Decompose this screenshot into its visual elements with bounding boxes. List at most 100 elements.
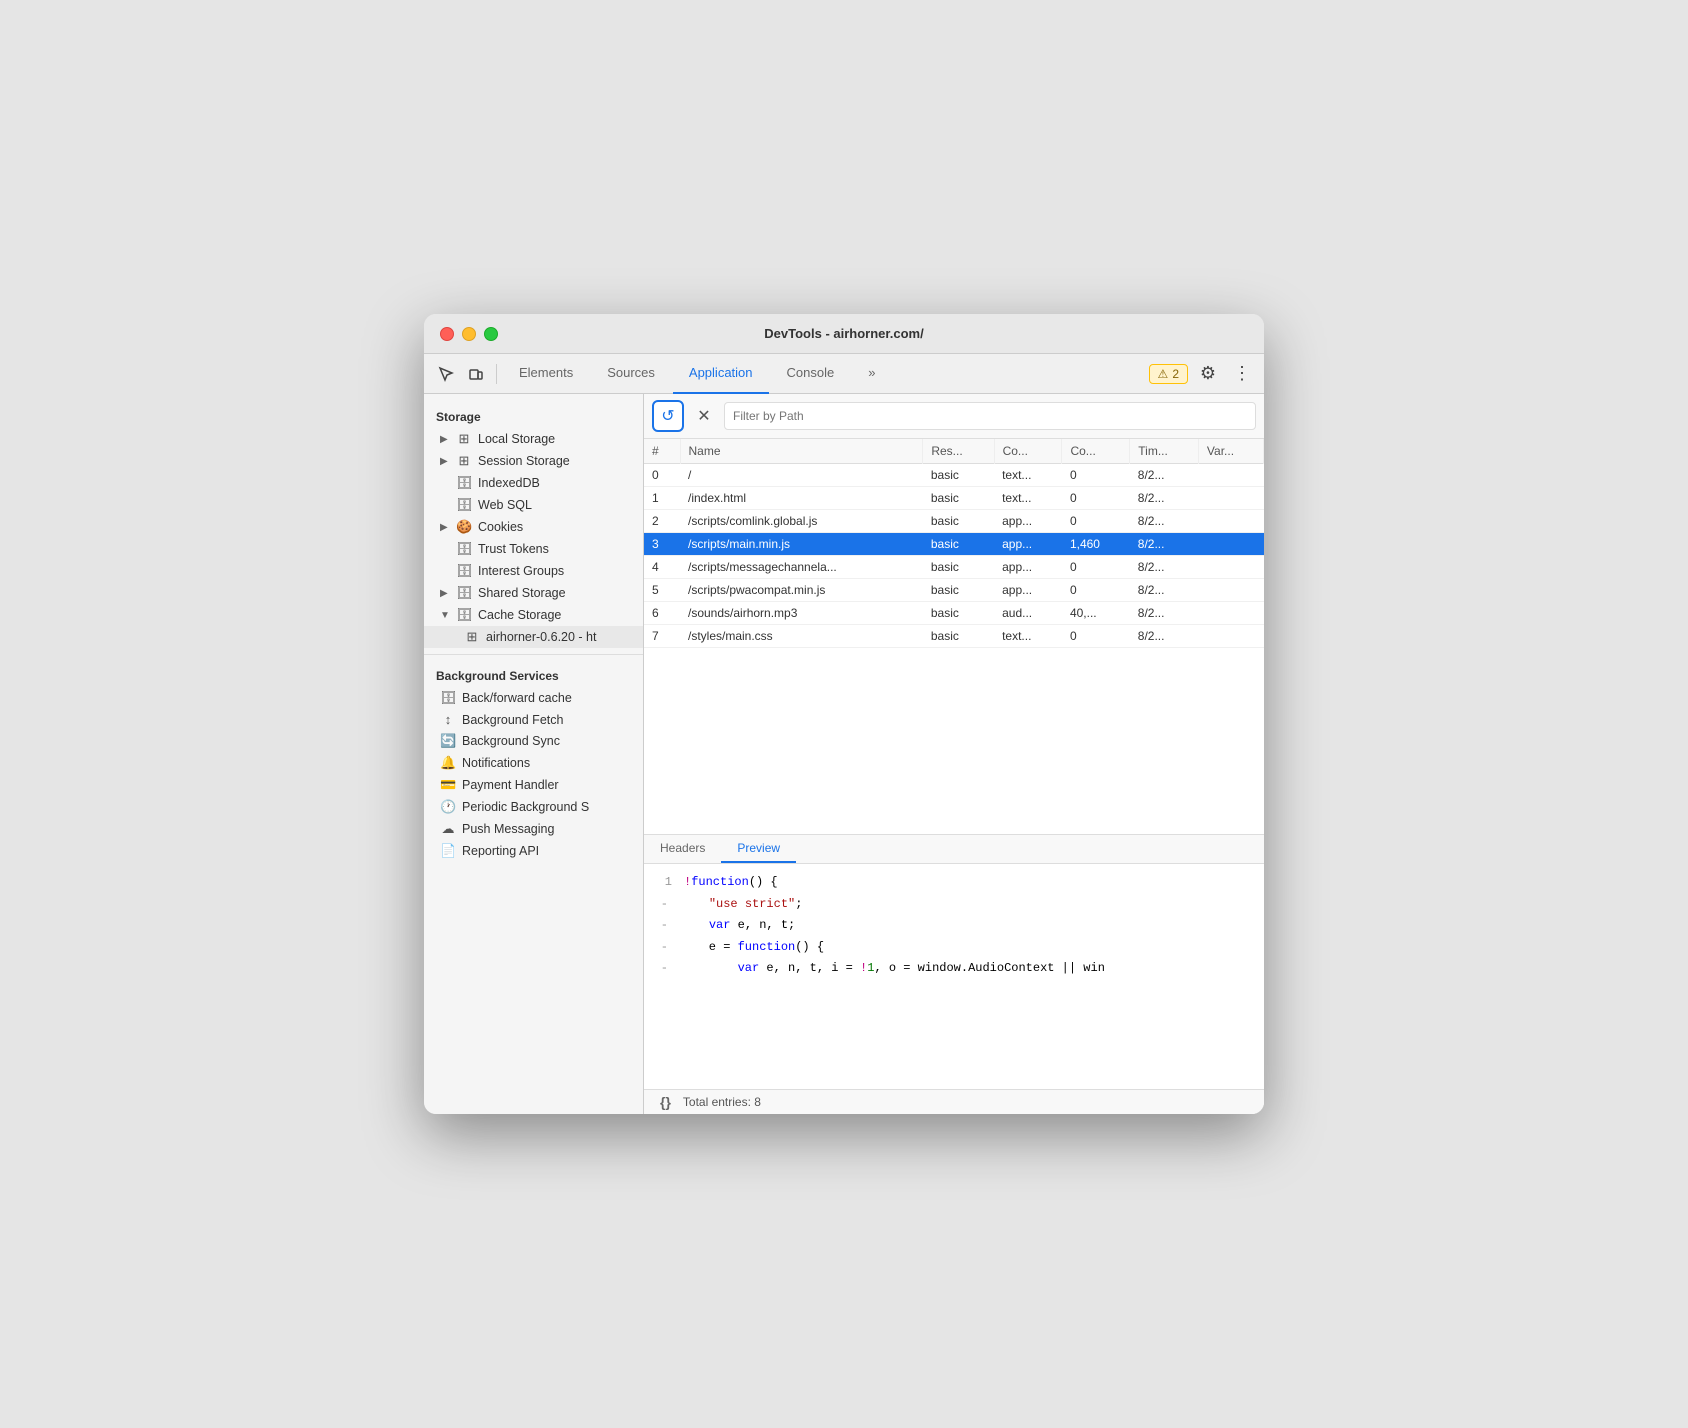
table-row[interactable]: 6 /sounds/airhorn.mp3 basic aud... 40,..… (644, 602, 1264, 625)
col-header-co1: Co... (994, 439, 1062, 464)
tab-elements[interactable]: Elements (503, 354, 589, 394)
sidebar-item-label: Web SQL (478, 498, 532, 512)
sidebar-item-label: Local Storage (478, 432, 555, 446)
cell-res: basic (923, 579, 994, 602)
sidebar-item-shared-storage[interactable]: ▶ 🗄 Shared Storage (424, 582, 643, 604)
minimize-button[interactable] (462, 327, 476, 341)
cell-name: /scripts/pwacompat.min.js (680, 579, 923, 602)
sidebar-item-trust-tokens[interactable]: 🗄 Trust Tokens (424, 538, 643, 560)
sidebar-item-local-storage[interactable]: ▶ ⊞ Local Storage (424, 428, 643, 450)
cell-co2: 0 (1062, 579, 1130, 602)
sidebar-item-periodic-bg[interactable]: 🕐 Periodic Background S (424, 796, 643, 818)
sidebar-item-label: Background Sync (462, 734, 560, 748)
table-row[interactable]: 2 /scripts/comlink.global.js basic app..… (644, 510, 1264, 533)
filter-input[interactable] (724, 402, 1256, 430)
cell-co1: text... (994, 625, 1062, 648)
cell-co1: app... (994, 510, 1062, 533)
sidebar-item-label: Cache Storage (478, 608, 561, 622)
tab-console[interactable]: Console (771, 354, 851, 394)
table-row[interactable]: 5 /scripts/pwacompat.min.js basic app...… (644, 579, 1264, 602)
cell-name: /scripts/main.min.js (680, 533, 923, 556)
pretty-print-button[interactable]: {} (660, 1094, 671, 1110)
warning-badge[interactable]: ⚠ 2 (1149, 364, 1188, 384)
cell-co1: text... (994, 464, 1062, 487)
sidebar-item-label: Trust Tokens (478, 542, 549, 556)
sidebar-item-background-sync[interactable]: 🔄 Background Sync (424, 730, 643, 752)
bg-services-label: Background Services (424, 661, 643, 687)
sidebar-item-label: Reporting API (462, 844, 539, 858)
cell-name: /scripts/messagechannela... (680, 556, 923, 579)
tab-application[interactable]: Application (673, 354, 769, 394)
clear-button[interactable]: ✕ (690, 402, 718, 430)
expand-arrow-icon: ▶ (440, 434, 450, 445)
cache-toolbar: ↺ ✕ (644, 394, 1264, 439)
preview-code: 1 !function() { - "use strict"; - var e,… (644, 864, 1264, 1089)
sidebar-item-session-storage[interactable]: ▶ ⊞ Session Storage (424, 450, 643, 472)
cell-co2: 0 (1062, 510, 1130, 533)
table-row[interactable]: 1 /index.html basic text... 0 8/2... (644, 487, 1264, 510)
line-number: - (660, 894, 668, 916)
sidebar-item-cache-storage[interactable]: ▼ 🗄 Cache Storage (424, 604, 643, 626)
more-options-button[interactable]: ⋮ (1228, 360, 1256, 388)
line-number: - (660, 937, 668, 959)
cell-tim: 8/2... (1130, 487, 1199, 510)
cell-var (1198, 556, 1263, 579)
cache-table: # Name Res... Co... Co... Tim... Var... … (644, 439, 1264, 834)
sidebar-item-interest-groups[interactable]: 🗄 Interest Groups (424, 560, 643, 582)
cell-res: basic (923, 487, 994, 510)
col-header-tim: Tim... (1130, 439, 1199, 464)
cell-co1: text... (994, 487, 1062, 510)
table-row[interactable]: 7 /styles/main.css basic text... 0 8/2..… (644, 625, 1264, 648)
db-icon: 🗄 (456, 497, 472, 513)
warning-count: 2 (1172, 367, 1179, 381)
sidebar-item-push-messaging[interactable]: ☁ Push Messaging (424, 818, 643, 840)
expand-arrow-icon: ▶ (440, 588, 450, 599)
sidebar-item-background-fetch[interactable]: ↕ Background Fetch (424, 709, 643, 730)
db-icon: 🗄 (440, 690, 456, 706)
tab-preview[interactable]: Preview (721, 835, 796, 863)
col-header-name: Name (680, 439, 923, 464)
sidebar-item-reporting-api[interactable]: 📄 Reporting API (424, 840, 643, 862)
refresh-button[interactable]: ↺ (652, 400, 684, 432)
cell-co1: app... (994, 556, 1062, 579)
sidebar-item-notifications[interactable]: 🔔 Notifications (424, 752, 643, 774)
db-icon: 🗄 (456, 607, 472, 623)
select-element-button[interactable] (432, 360, 460, 388)
sidebar-item-indexeddb[interactable]: 🗄 IndexedDB (424, 472, 643, 494)
sidebar-item-cookies[interactable]: ▶ 🍪 Cookies (424, 516, 643, 538)
settings-button[interactable]: ⚙ (1194, 360, 1222, 388)
code-content: var e, n, t; (680, 915, 795, 937)
expand-arrow-icon: ▶ (440, 456, 450, 467)
code-line-5: - var e, n, t, i = !1, o = window.AudioC… (660, 958, 1248, 980)
sidebar-item-payment-handler[interactable]: 💳 Payment Handler (424, 774, 643, 796)
cell-co2: 0 (1062, 625, 1130, 648)
cell-num: 3 (644, 533, 680, 556)
table-row[interactable]: 0 / basic text... 0 8/2... (644, 464, 1264, 487)
code-content: !function() { (684, 872, 778, 894)
tab-more[interactable]: » (852, 354, 891, 394)
close-button[interactable] (440, 327, 454, 341)
cell-res: basic (923, 556, 994, 579)
sidebar-item-cache-entry[interactable]: ⊞ airhorner-0.6.20 - ht (424, 626, 643, 648)
code-content: var e, n, t, i = !1, o = window.AudioCon… (680, 958, 1105, 980)
cell-name: / (680, 464, 923, 487)
cell-var (1198, 533, 1263, 556)
payment-icon: 💳 (440, 777, 456, 793)
tab-headers[interactable]: Headers (644, 835, 721, 863)
sidebar: Storage ▶ ⊞ Local Storage ▶ ⊞ Session St… (424, 394, 644, 1114)
total-entries-label: Total entries: 8 (683, 1095, 761, 1109)
sidebar-item-label: Payment Handler (462, 778, 559, 792)
device-toggle-button[interactable] (462, 360, 490, 388)
tab-sources[interactable]: Sources (591, 354, 671, 394)
titlebar: DevTools - airhorner.com/ (424, 314, 1264, 354)
preview-tabs: Headers Preview (644, 835, 1264, 864)
maximize-button[interactable] (484, 327, 498, 341)
sidebar-item-web-sql[interactable]: 🗄 Web SQL (424, 494, 643, 516)
sidebar-item-label: Notifications (462, 756, 530, 770)
table-row[interactable]: 4 /scripts/messagechannela... basic app.… (644, 556, 1264, 579)
code-content: "use strict"; (680, 894, 802, 916)
cell-num: 5 (644, 579, 680, 602)
code-line-3: - var e, n, t; (660, 915, 1248, 937)
sidebar-item-back-forward[interactable]: 🗄 Back/forward cache (424, 687, 643, 709)
table-row[interactable]: 3 /scripts/main.min.js basic app... 1,46… (644, 533, 1264, 556)
